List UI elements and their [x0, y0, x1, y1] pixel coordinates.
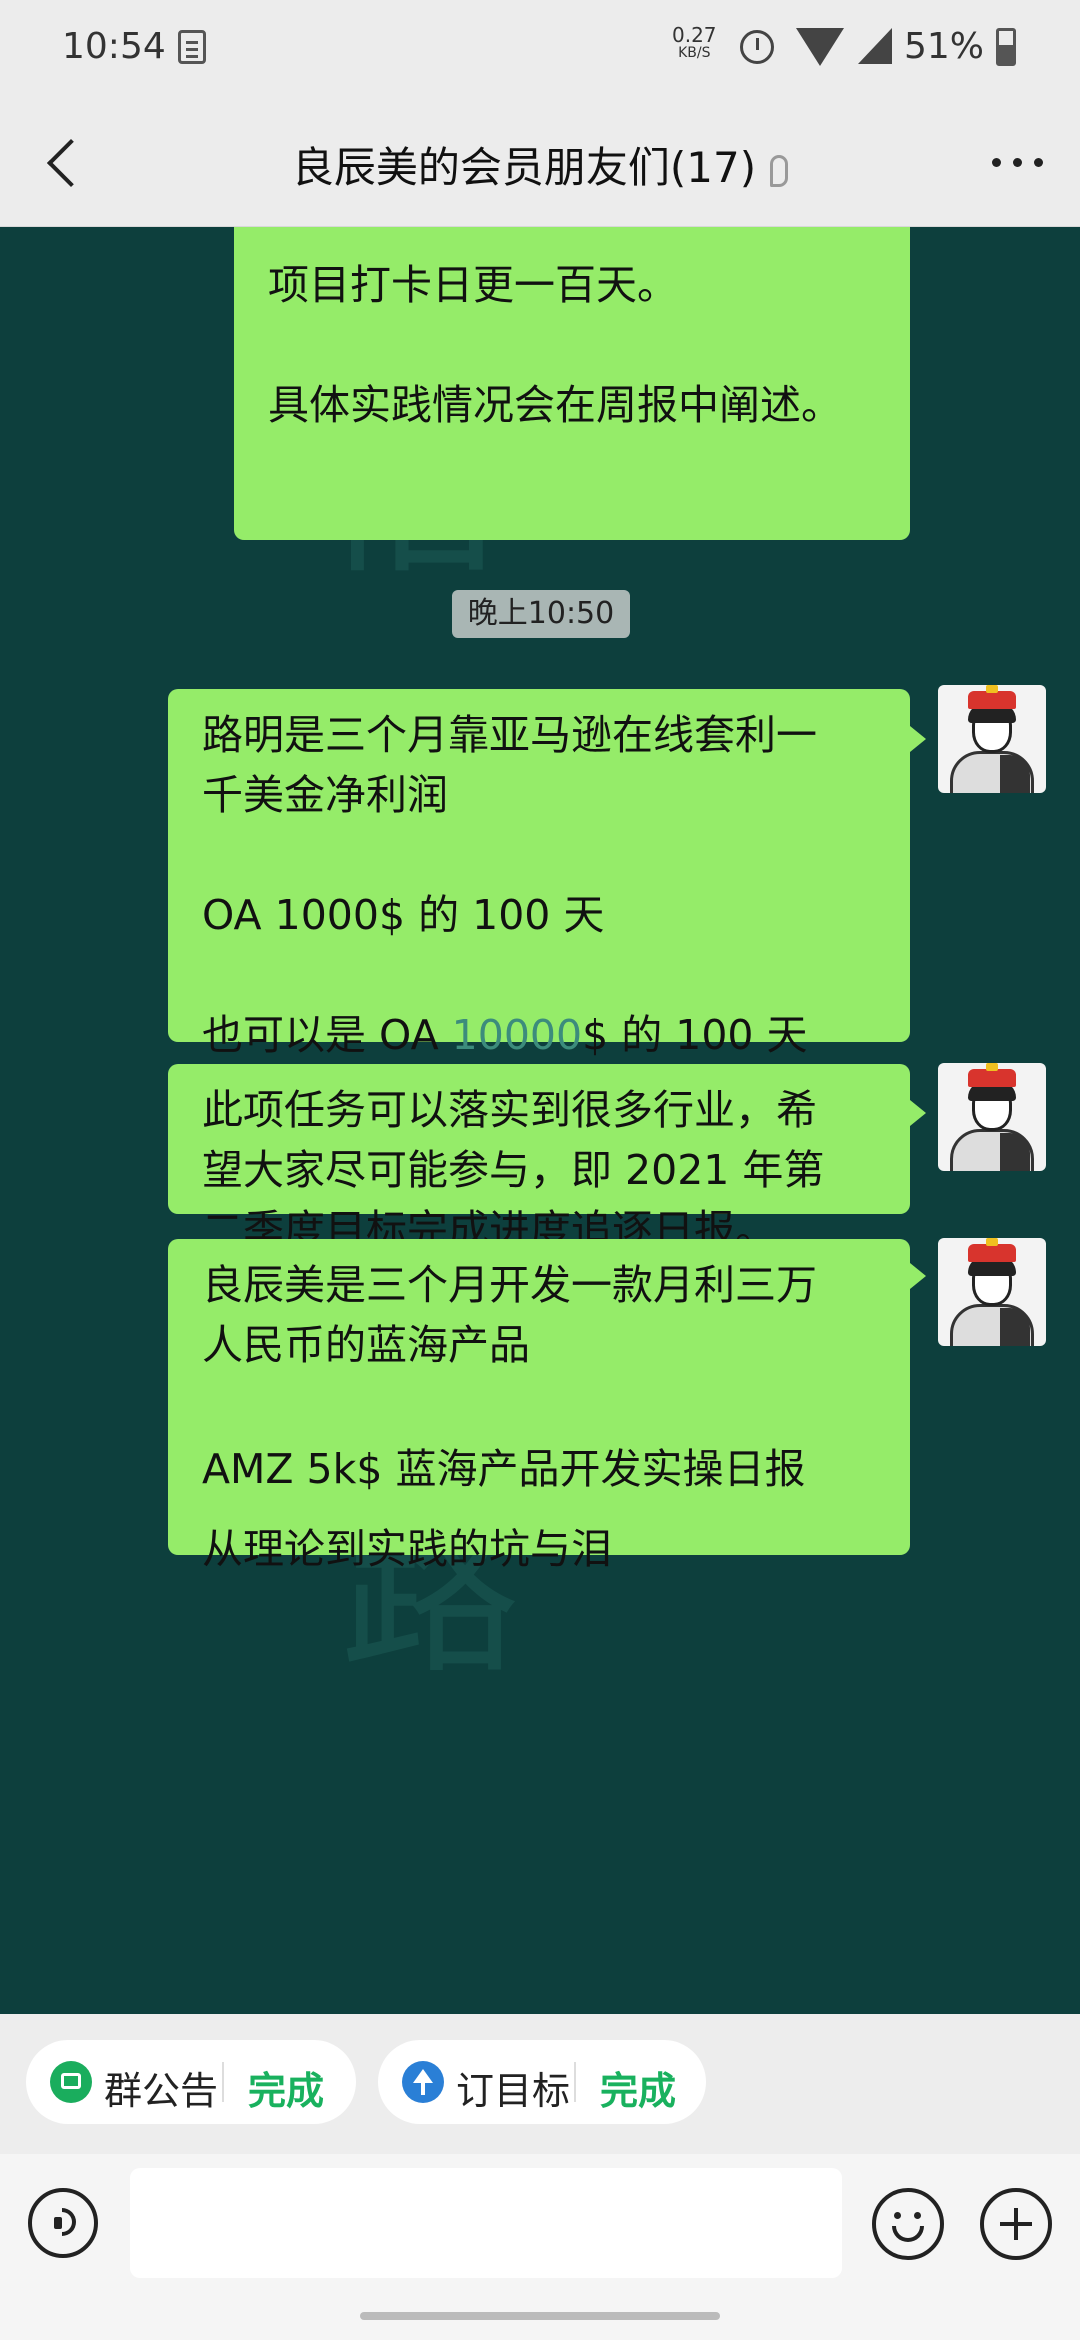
chat-header: 良辰美的会员朋友们(17)	[0, 100, 1080, 227]
goal-status[interactable]: 完成	[600, 2060, 676, 2115]
earpiece-icon	[770, 154, 789, 187]
notification-doc-icon	[178, 30, 206, 64]
bubble-tail	[910, 1263, 926, 1289]
message-bubble[interactable]: 良辰美是三个月开发一款月利三万 人民币的蓝海产品 AMZ 5k$ 蓝海产品开发实…	[168, 1239, 910, 1573]
message-line: 从理论到实践的坑与泪	[202, 1525, 612, 1573]
home-indicator[interactable]	[360, 2312, 720, 2320]
quick-actions-bar: 群公告 完成 订目标 完成	[0, 2014, 1080, 2154]
plus-icon[interactable]	[980, 2188, 1052, 2260]
message-line	[268, 315, 876, 375]
bubble-tail	[910, 1100, 926, 1126]
goal-icon	[402, 2061, 444, 2103]
status-time: 10:54	[62, 26, 166, 67]
notice-label: 群公告	[104, 2069, 219, 2113]
signal-icon	[858, 28, 892, 64]
message-line: 也可以是 OA 10000$ 的 100 天	[202, 1005, 876, 1065]
message-line: AMZ 5k$ 蓝海产品开发实操日报	[202, 1445, 806, 1493]
avatar[interactable]	[938, 1063, 1046, 1171]
pill-divider	[222, 2062, 224, 2102]
group-notice-pill[interactable]: 群公告 完成	[26, 2040, 356, 2124]
message-bubble[interactable]: 路明是三个月靠亚马逊在线套利一 千美金净利润 OA 1000$ 的 100 天 …	[168, 689, 910, 1059]
group-name: 良辰美的会员朋友们(17)	[291, 143, 757, 192]
message-bubble[interactable]: 此项任务可以落实到很多行业，希 望大家尽可能参与，即 2021 年第 二季度目标…	[168, 1064, 910, 1254]
message-line: 项目打卡日更一百天。	[268, 261, 678, 309]
message-line: 人民币的蓝海产品	[202, 1321, 530, 1369]
notice-status[interactable]: 完成	[248, 2060, 324, 2115]
message-bubble[interactable]: 项目打卡日更一百天。 具体实践情况会在周报中阐述。	[234, 227, 910, 540]
goal-label: 订目标	[456, 2069, 571, 2113]
more-icon[interactable]	[992, 158, 1044, 168]
message-text: 也可以是 OA	[202, 1011, 452, 1059]
chat-area: 恬 路 项目打卡日更一百天。 具体实践情况会在周报中阐述。 晚上10:50 路明…	[0, 227, 1080, 2014]
network-speed-unit: KB/S	[678, 45, 711, 61]
message-line: 此项任务可以落实到很多行业，希	[202, 1086, 817, 1134]
message-input[interactable]	[130, 2168, 842, 2278]
voice-icon[interactable]	[28, 2188, 98, 2258]
bubble-tail	[910, 726, 926, 752]
input-bar	[0, 2154, 1080, 2340]
chat-title: 良辰美的会员朋友们(17)	[0, 134, 1080, 195]
battery-icon	[996, 28, 1016, 66]
message-line: 路明是三个月靠亚马逊在线套利一	[202, 711, 817, 759]
emoji-icon[interactable]	[872, 2188, 944, 2260]
avatar[interactable]	[938, 1238, 1046, 1346]
message-line: 具体实践情况会在周报中阐述。	[268, 381, 842, 429]
network-speed-value: 0.27	[672, 23, 717, 47]
pill-divider	[574, 2062, 576, 2102]
wifi-icon	[796, 28, 844, 66]
network-speed: 0.27 KB/S	[672, 24, 717, 60]
message-number: 10000	[451, 1011, 583, 1059]
message-timestamp: 晚上10:50	[452, 590, 630, 638]
battery-percent: 51%	[904, 26, 985, 67]
avatar[interactable]	[938, 685, 1046, 793]
message-text: $ 的 100 天	[582, 1011, 808, 1059]
alarm-icon	[740, 30, 774, 64]
status-bar: 10:54 0.27 KB/S 51%	[0, 0, 1080, 100]
set-goal-pill[interactable]: 订目标 完成	[378, 2040, 706, 2124]
message-line: OA 1000$ 的 100 天	[202, 891, 605, 939]
message-line: 千美金净利润	[202, 771, 448, 819]
message-line: 良辰美是三个月开发一款月利三万	[202, 1261, 817, 1309]
message-line: 望大家尽可能参与，即 2021 年第	[202, 1146, 825, 1194]
notice-icon	[50, 2061, 92, 2103]
